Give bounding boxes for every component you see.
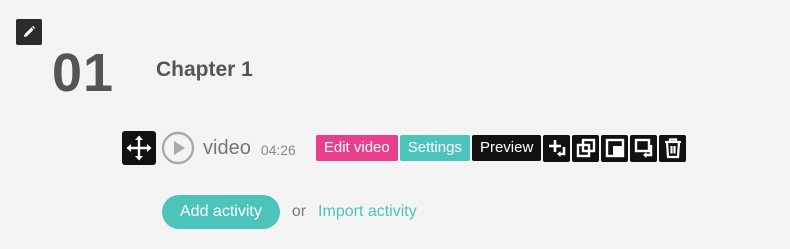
or-separator: or xyxy=(291,203,307,220)
edit-chapter-button[interactable] xyxy=(16,19,42,45)
settings-button[interactable]: Settings xyxy=(399,135,470,161)
drag-handle[interactable] xyxy=(122,131,156,165)
import-activity-link[interactable]: Import activity xyxy=(318,203,417,221)
duplicate-button[interactable] xyxy=(572,134,600,162)
pencil-icon xyxy=(24,25,36,37)
chapter-number: 01 xyxy=(52,43,115,103)
insert-after-button[interactable] xyxy=(543,134,571,162)
activity-name: video xyxy=(203,136,251,159)
activity-duration: 04:26 xyxy=(260,142,296,158)
delete-icon xyxy=(664,138,681,159)
copy-to-icon xyxy=(605,138,624,158)
edit-video-button[interactable]: Edit video xyxy=(315,135,398,161)
move-icon xyxy=(126,135,152,161)
duplicate-icon xyxy=(576,138,595,158)
delete-button[interactable] xyxy=(659,134,687,162)
preview-button[interactable]: Preview xyxy=(471,135,542,161)
insert-after-icon xyxy=(548,140,566,157)
chapter-title: Chapter 1 xyxy=(156,58,253,81)
activity-row: video 04:26 Edit video Settings Preview xyxy=(122,131,687,165)
play-icon xyxy=(161,131,195,165)
add-activity-row: Add activity or Import activity xyxy=(162,195,417,229)
copy-to-button[interactable] xyxy=(601,134,629,162)
add-activity-button[interactable]: Add activity xyxy=(162,195,280,229)
move-down-icon xyxy=(634,138,652,158)
play-button[interactable] xyxy=(161,131,195,165)
move-down-button[interactable] xyxy=(630,134,658,162)
